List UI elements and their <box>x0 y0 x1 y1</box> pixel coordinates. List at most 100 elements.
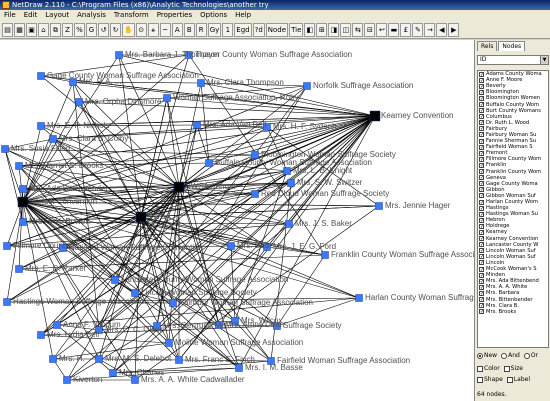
toolbar-button-15[interactable]: B <box>183 22 195 37</box>
network-node[interactable] <box>135 211 147 223</box>
network-node[interactable] <box>19 185 27 193</box>
toolbar-button-2[interactable]: ▣ <box>26 22 37 37</box>
network-node[interactable] <box>131 289 139 297</box>
toolbar-button-11[interactable]: ⊙ <box>135 22 147 37</box>
checkbox[interactable]: ✓ <box>479 229 484 235</box>
checkbox[interactable]: ✓ <box>479 303 484 309</box>
checkbox[interactable]: ✓ <box>479 95 484 101</box>
checkbox[interactable]: ✓ <box>479 223 484 229</box>
checkbox[interactable]: ✓ <box>479 193 484 199</box>
toolbar-button-12[interactable]: ⚹ <box>147 22 159 37</box>
toolbar-button-5[interactable]: Z <box>62 22 73 37</box>
checkbox[interactable]: ✓ <box>479 205 484 211</box>
checkbox[interactable]: ✓ <box>479 108 484 114</box>
toolbar-button-25[interactable]: ◨ <box>328 22 340 37</box>
network-node[interactable] <box>173 181 185 193</box>
network-node[interactable] <box>3 298 11 306</box>
option-shape[interactable]: Shape <box>477 376 503 384</box>
network-node[interactable] <box>251 190 259 198</box>
shape-checkbox[interactable] <box>477 377 483 383</box>
checkbox[interactable]: ✓ <box>479 290 484 296</box>
checkbox[interactable]: ✓ <box>479 248 484 254</box>
menu-edit[interactable]: Edit <box>20 10 42 21</box>
checkbox[interactable]: ✓ <box>479 199 484 205</box>
network-canvas[interactable]: Mrs. Barbara J. Thompson Thayer County Wo… <box>0 40 474 401</box>
network-node[interactable] <box>17 196 29 208</box>
checkbox[interactable]: ✓ <box>479 254 484 260</box>
toolbar-button-14[interactable]: A <box>171 22 183 37</box>
toolbar-button-13[interactable]: ~ <box>159 22 171 37</box>
toolbar-button-20[interactable]: ?d <box>252 22 265 37</box>
node-list-item[interactable]: ✓ Mrs. Brooks <box>478 309 548 315</box>
radio-and[interactable]: And <box>501 352 520 360</box>
checkbox[interactable]: ✓ <box>479 132 484 138</box>
checkbox[interactable]: ✓ <box>479 278 484 284</box>
toolbar-button-10[interactable]: ✋ <box>122 22 135 37</box>
network-node[interactable] <box>109 369 117 377</box>
network-node[interactable] <box>193 121 201 129</box>
toolbar-button-30[interactable]: ▬ <box>388 22 400 37</box>
network-node[interactable] <box>49 135 57 143</box>
checkbox[interactable]: ✓ <box>479 77 484 83</box>
option-color[interactable]: Color <box>477 365 500 373</box>
toolbar-button-28[interactable]: ⊟ <box>364 22 376 37</box>
network-node[interactable] <box>287 179 295 187</box>
radio-and-dot[interactable] <box>501 353 508 359</box>
network-node[interactable] <box>205 159 213 167</box>
toolbar-button-21[interactable]: Node <box>265 22 289 37</box>
menu-options[interactable]: Options <box>196 10 231 21</box>
checkbox[interactable]: ✓ <box>479 126 484 132</box>
network-node[interactable] <box>37 72 45 80</box>
toolbar-button-7[interactable]: G <box>86 22 97 37</box>
checkbox[interactable]: ✓ <box>479 181 484 187</box>
toolbar-button-6[interactable]: % <box>74 22 85 37</box>
network-node[interactable] <box>15 265 23 273</box>
checkbox[interactable]: ✓ <box>479 83 484 89</box>
network-node[interactable] <box>321 251 329 259</box>
network-node[interactable] <box>3 242 11 250</box>
network-node[interactable] <box>235 364 243 372</box>
checkbox[interactable]: ✓ <box>479 297 484 303</box>
node-checklist[interactable]: ✓ Adams County Woma ✓ Anne F. Moore ✓ Beverly… <box>477 70 549 348</box>
network-node[interactable] <box>63 376 71 384</box>
option-size[interactable]: Size <box>503 365 523 373</box>
radio-new-dot[interactable] <box>477 353 483 359</box>
menu-analysis[interactable]: Analysis <box>73 10 110 21</box>
chevron-down-icon[interactable]: ▼ <box>540 56 548 64</box>
checkbox[interactable]: ✓ <box>479 144 484 150</box>
toolbar-button-22[interactable]: Tie <box>289 22 304 37</box>
menu-help[interactable]: Help <box>231 10 255 21</box>
toolbar-button-16[interactable]: R <box>195 22 207 37</box>
network-node[interactable] <box>169 299 177 307</box>
network-node[interactable] <box>175 356 183 364</box>
network-node[interactable] <box>37 122 45 130</box>
checkbox[interactable]: ✓ <box>479 169 484 175</box>
checkbox[interactable]: ✓ <box>479 114 484 120</box>
tab-rels[interactable]: Rels <box>477 41 498 51</box>
toolbar-button-34[interactable]: ◀ <box>436 22 448 37</box>
checkbox[interactable]: ✓ <box>479 266 484 272</box>
network-node[interactable] <box>355 294 363 302</box>
toolbar-button-35[interactable]: ▶ <box>448 22 460 37</box>
toolbar-button-23[interactable]: ◧ <box>304 22 316 37</box>
checkbox[interactable]: ✓ <box>479 71 484 77</box>
network-node[interactable] <box>37 331 45 339</box>
network-node[interactable] <box>131 376 139 384</box>
network-node[interactable] <box>303 82 311 90</box>
checkbox[interactable]: ✓ <box>479 272 484 278</box>
network-node[interactable] <box>53 321 61 329</box>
checkbox[interactable]: ✓ <box>479 138 484 144</box>
menu-properties[interactable]: Properties <box>153 10 196 21</box>
checkbox[interactable]: ✓ <box>479 211 484 217</box>
toolbar-button-4[interactable]: ⧉ <box>50 22 61 37</box>
checkbox[interactable]: ✓ <box>479 236 484 242</box>
menu-layout[interactable]: Layout <box>41 10 73 21</box>
checkbox[interactable]: ✓ <box>479 309 484 315</box>
network-node[interactable] <box>163 94 171 102</box>
checkbox[interactable]: ✓ <box>479 187 484 193</box>
network-node[interactable] <box>19 218 27 226</box>
network-node[interactable] <box>283 167 291 175</box>
toolbar-button-24[interactable]: ⊞ <box>316 22 328 37</box>
option-label[interactable]: Label <box>506 376 530 384</box>
checkbox[interactable]: ✓ <box>479 156 484 162</box>
